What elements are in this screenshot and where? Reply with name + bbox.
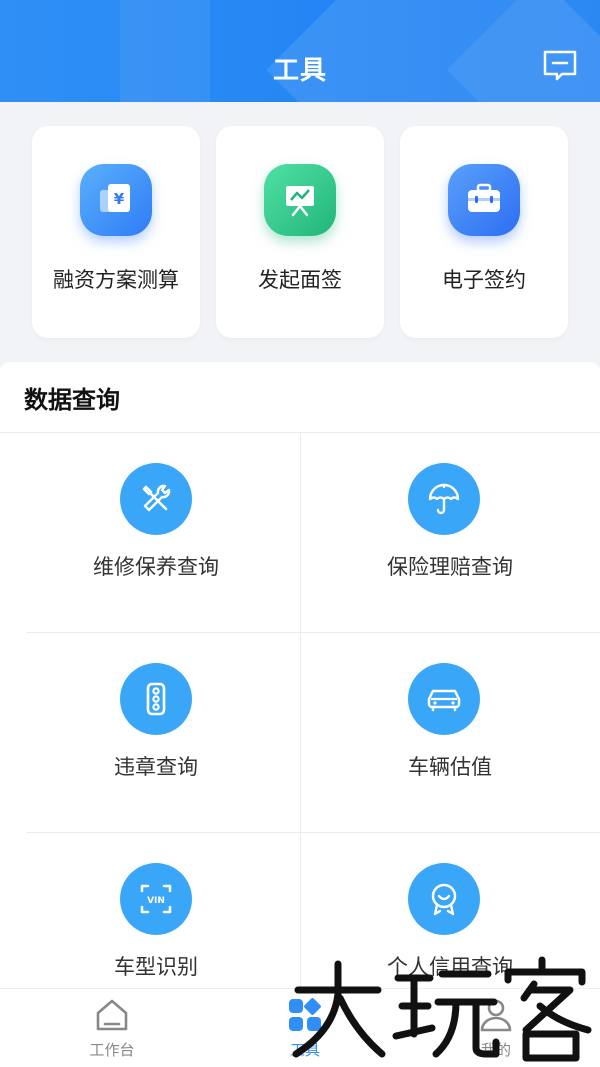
query-item-vehicle-valuation[interactable]: 车辆估值 (300, 633, 600, 833)
tool-label: 融资方案测算 (53, 268, 179, 292)
user-icon (478, 997, 514, 1033)
query-label: 保险理赔查询 (387, 555, 513, 579)
car-icon (408, 663, 480, 735)
svg-text:VIN: VIN (147, 896, 165, 906)
tool-card-finance-calc[interactable]: ¥ 融资方案测算 (32, 126, 200, 338)
query-label: 维修保养查询 (93, 555, 219, 579)
home-icon (94, 997, 130, 1033)
tool-card-start-interview[interactable]: 发起面签 (216, 126, 384, 338)
tool-label: 发起面签 (258, 268, 342, 292)
query-label: 违章查询 (114, 755, 198, 779)
tools-grid-icon (287, 997, 323, 1033)
umbrella-icon (408, 463, 480, 535)
query-item-insurance[interactable]: 保险理赔查询 (300, 433, 600, 633)
presentation-icon (264, 164, 336, 236)
tab-label: 工具 (289, 1041, 320, 1059)
query-item-maintenance[interactable]: 维修保养查询 (0, 433, 300, 633)
query-label: 车型识别 (114, 955, 198, 979)
page-title: 工具 (272, 56, 327, 86)
tab-label: 工作台 (89, 1041, 135, 1059)
tab-workbench[interactable]: 工作台 (12, 989, 212, 1067)
tool-label: 电子签约 (442, 268, 526, 292)
tab-label: 我的 (480, 1041, 511, 1059)
svg-text:¥: ¥ (114, 190, 125, 208)
bottom-tab-bar: 工作台 工具 我的 (0, 988, 600, 1067)
header-bar: 工具 (0, 0, 600, 102)
credit-badge-icon (408, 863, 480, 935)
tool-card-e-sign[interactable]: 电子签约 (400, 126, 568, 338)
query-label: 个人信用查询 (387, 955, 513, 979)
tools-icon (120, 463, 192, 535)
query-label: 车辆估值 (408, 755, 492, 779)
top-tools: ¥ 融资方案测算 发起面签 电子签约 (32, 126, 568, 338)
data-query-panel: 数据查询 维修保养查询 保险理赔查询 违章查询 车辆估值 VIN 车型识别 个人… (0, 362, 600, 1002)
finance-calc-icon: ¥ (80, 164, 152, 236)
query-item-violation[interactable]: 违章查询 (0, 633, 300, 833)
traffic-light-icon (120, 663, 192, 735)
briefcase-icon (448, 164, 520, 236)
vin-scan-icon: VIN (120, 863, 192, 935)
tab-mine[interactable]: 我的 (396, 989, 596, 1067)
section-title: 数据查询 (24, 386, 120, 414)
tab-tools[interactable]: 工具 (205, 989, 405, 1067)
message-icon[interactable] (542, 48, 578, 84)
